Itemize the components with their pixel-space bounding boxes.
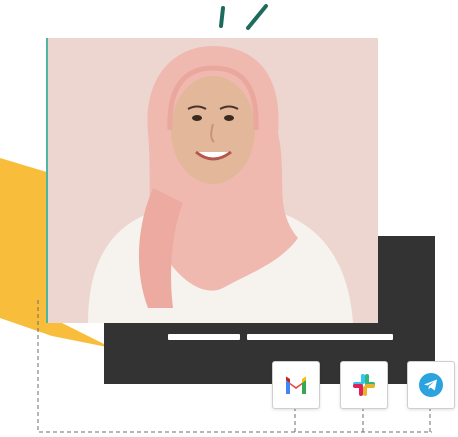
gmail-icon bbox=[286, 376, 306, 394]
telegram-app-tile[interactable] bbox=[407, 361, 455, 409]
slack-icon bbox=[353, 374, 375, 396]
gmail-app-tile[interactable] bbox=[272, 361, 320, 409]
telegram-icon bbox=[419, 373, 443, 397]
dashed-connectors bbox=[37, 300, 432, 433]
slack-app-tile[interactable] bbox=[340, 361, 388, 409]
